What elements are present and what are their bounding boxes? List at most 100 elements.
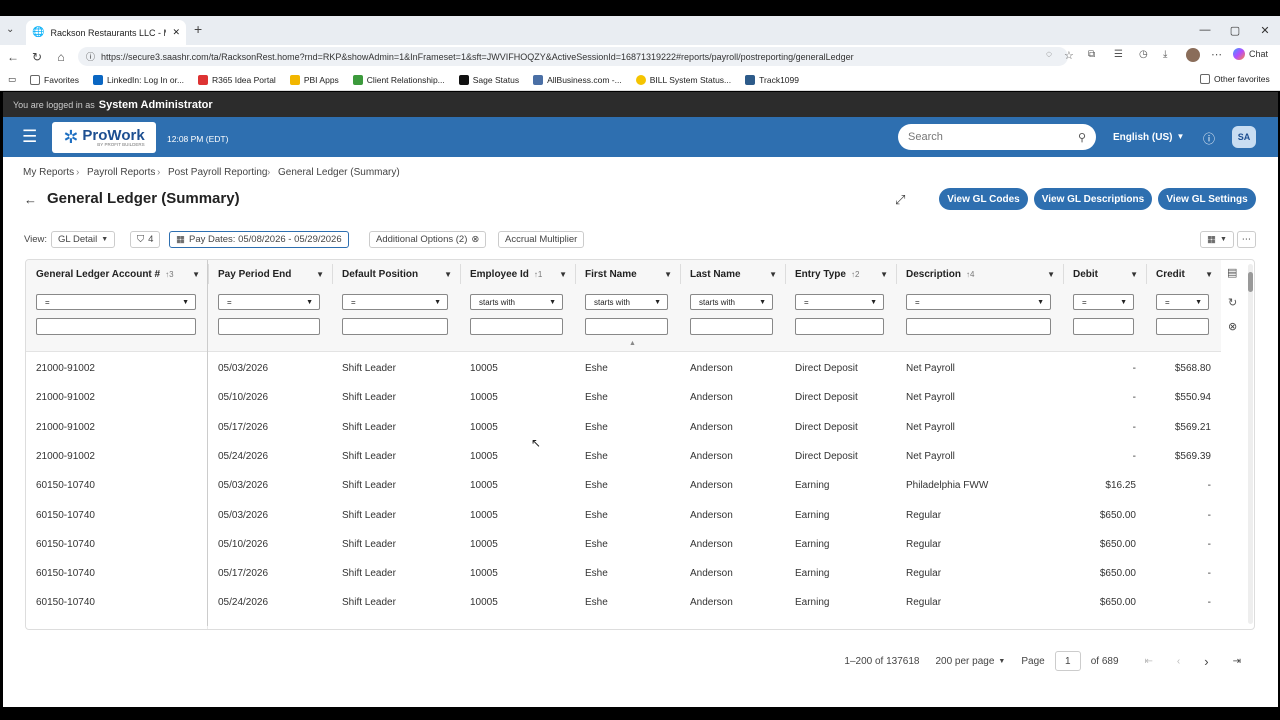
- new-tab-icon[interactable]: +: [194, 21, 202, 37]
- favorites-icon[interactable]: ☰: [1114, 49, 1123, 60]
- search-input[interactable]: Search ⚲: [898, 124, 1096, 150]
- breadcrumb-payroll-reports[interactable]: Payroll Reports: [87, 167, 155, 179]
- column-filter-operator[interactable]: = ▼: [36, 294, 196, 310]
- help-icon[interactable]: ⓘ: [1203, 130, 1215, 147]
- pay-dates-chip[interactable]: ▦ Pay Dates: 05/08/2026 - 05/29/2026: [169, 231, 349, 248]
- language-selector[interactable]: English (US) ▼: [1113, 132, 1184, 143]
- maximize-icon[interactable]: ▢: [1220, 20, 1250, 40]
- bookmark-client-relationship[interactable]: Client Relationship...: [352, 74, 445, 85]
- breadcrumb-my-reports[interactable]: My Reports: [23, 167, 74, 179]
- clear-filters-icon[interactable]: ⊗: [1228, 320, 1237, 333]
- column-menu-icon[interactable]: ▼: [880, 270, 888, 279]
- bookmark-r365[interactable]: R365 Idea Portal: [198, 74, 276, 85]
- column-header[interactable]: Description ↑4 ▼: [906, 260, 1063, 288]
- column-header[interactable]: Debit ▼: [1073, 260, 1146, 288]
- column-menu-icon[interactable]: ▼: [664, 270, 672, 279]
- bookmark-bill[interactable]: BILL System Status...: [635, 74, 731, 85]
- favorite-star-icon[interactable]: ☆: [1064, 49, 1074, 62]
- column-filter-input[interactable]: [218, 318, 320, 335]
- column-filter-operator[interactable]: = ▼: [906, 294, 1051, 310]
- refresh-icon[interactable]: ↻: [1228, 296, 1237, 309]
- bookmark-track1099[interactable]: Track1099: [745, 74, 799, 85]
- accrual-multiplier-chip[interactable]: Accrual Multiplier: [498, 231, 585, 248]
- column-header[interactable]: General Ledger Account # ↑3 ▼: [36, 260, 208, 288]
- column-menu-icon[interactable]: ▼: [559, 270, 567, 279]
- expand-icon[interactable]: ⤢: [895, 192, 905, 208]
- filter-button[interactable]: ⛉ 4: [130, 231, 161, 248]
- column-filter-input[interactable]: [906, 318, 1051, 335]
- hamburger-menu-icon[interactable]: ☰: [22, 127, 37, 147]
- column-filter-input[interactable]: [1073, 318, 1134, 335]
- table-row[interactable]: 21000-91002 05/24/2026 Shift Leader 10005 Es…: [26, 442, 1221, 471]
- back-arrow-icon[interactable]: ←: [24, 192, 37, 207]
- bookmark-manager-icon[interactable]: ▭: [8, 74, 16, 85]
- download-icon[interactable]: ⤓: [1163, 49, 1167, 60]
- avatar[interactable]: SA: [1232, 126, 1256, 148]
- column-header[interactable]: Credit ▼: [1156, 260, 1221, 288]
- column-filter-operator[interactable]: starts with ▼: [690, 294, 773, 310]
- column-filter-operator[interactable]: starts with ▼: [470, 294, 563, 310]
- page-number-input[interactable]: 1: [1054, 651, 1081, 671]
- column-header[interactable]: Employee Id ↑1 ▼: [470, 260, 575, 288]
- site-info-icon[interactable]: ⓘ: [86, 50, 95, 63]
- column-menu-icon[interactable]: ▼: [444, 270, 452, 279]
- column-header[interactable]: Last Name ▼: [690, 260, 785, 288]
- table-row[interactable]: 21000-91002 05/17/2026 Shift Leader 10005 Es…: [26, 413, 1221, 442]
- column-menu-icon[interactable]: ▼: [1130, 270, 1138, 279]
- column-filter-input[interactable]: [342, 318, 448, 335]
- back-icon[interactable]: ←: [4, 48, 22, 66]
- view-gl-descriptions-button[interactable]: View GL Descriptions: [1034, 188, 1152, 210]
- table-row[interactable]: 60150-10740 05/24/2026 Shift Leader 10005 Es…: [26, 588, 1221, 617]
- column-menu-icon[interactable]: ▼: [1047, 270, 1055, 279]
- bookmark-sage[interactable]: Sage Status: [458, 74, 519, 85]
- column-filter-input[interactable]: [1156, 318, 1209, 335]
- table-row[interactable]: 60150-10740 05/03/2026 Shift Leader 10005 Es…: [26, 501, 1221, 530]
- bookmark-favorites[interactable]: Favorites: [30, 74, 79, 85]
- column-filter-operator[interactable]: = ▼: [1156, 294, 1209, 310]
- column-menu-icon[interactable]: ▼: [316, 270, 324, 279]
- column-header[interactable]: First Name ▼: [585, 260, 680, 288]
- column-filter-input[interactable]: [795, 318, 884, 335]
- next-page-icon[interactable]: ›: [1204, 654, 1208, 669]
- last-page-icon[interactable]: ⇥: [1233, 656, 1241, 667]
- vertical-scrollbar-thumb[interactable]: [1248, 272, 1253, 292]
- column-menu-icon[interactable]: ▼: [769, 270, 777, 279]
- bookmark-linkedin[interactable]: LinkedIn: Log In or...: [93, 74, 184, 85]
- column-filter-operator[interactable]: = ▼: [795, 294, 884, 310]
- column-menu-icon[interactable]: ▼: [1205, 270, 1213, 279]
- view-select[interactable]: GL Detail ▼: [51, 231, 116, 248]
- close-tab-icon[interactable]: ✕: [172, 27, 180, 38]
- column-filter-input[interactable]: [585, 318, 668, 335]
- first-page-icon[interactable]: ⇤: [1145, 656, 1153, 667]
- view-gl-settings-button[interactable]: View GL Settings: [1158, 188, 1256, 210]
- minimize-icon[interactable]: —: [1190, 20, 1220, 40]
- more-icon[interactable]: ⋯: [1211, 48, 1222, 61]
- prev-page-icon[interactable]: ‹: [1177, 656, 1180, 667]
- column-chooser-icon[interactable]: ▤: [1227, 266, 1237, 279]
- history-icon[interactable]: ◷: [1139, 49, 1148, 60]
- close-window-icon[interactable]: ✕: [1250, 20, 1280, 40]
- table-row[interactable]: 60150-10740 05/10/2026 Shift Leader 10005 Es…: [26, 530, 1221, 559]
- column-filter-operator[interactable]: starts with ▼: [585, 294, 668, 310]
- profile-icon[interactable]: [1186, 48, 1200, 62]
- table-row[interactable]: 21000-91002 05/10/2026 Shift Leader 10005 Es…: [26, 383, 1221, 412]
- url-bar[interactable]: ⓘ https://secure3.saashr.com/ta/RacksonR…: [78, 47, 1068, 66]
- table-row[interactable]: 60150-10740 05/03/2026 Shift Leader 10005 Es…: [26, 471, 1221, 500]
- more-options-icon[interactable]: ⋯: [1237, 231, 1256, 248]
- home-icon[interactable]: ⌂: [52, 48, 70, 66]
- column-filter-input[interactable]: [36, 318, 196, 335]
- column-menu-icon[interactable]: ▼: [192, 270, 200, 279]
- other-favorites[interactable]: Other favorites: [1200, 74, 1270, 84]
- view-gl-codes-button[interactable]: View GL Codes: [939, 188, 1028, 210]
- browser-tab[interactable]: 🌐 Rackson Restaurants LLC - My Rep ✕: [26, 20, 186, 45]
- clear-icon[interactable]: ⊗: [471, 234, 479, 245]
- per-page-select[interactable]: 200 per page ▼: [929, 651, 1012, 671]
- column-filter-operator[interactable]: = ▼: [218, 294, 320, 310]
- collapse-filters-icon[interactable]: ▲: [629, 340, 636, 347]
- bookmark-pbi[interactable]: PBI Apps: [289, 74, 339, 85]
- column-filter-input[interactable]: [470, 318, 563, 335]
- bookmark-allbusiness[interactable]: AllBusiness.com -...: [533, 74, 622, 85]
- column-header[interactable]: Entry Type ↑2 ▼: [795, 260, 896, 288]
- column-header[interactable]: Default Position ▼: [342, 260, 460, 288]
- column-filter-input[interactable]: [690, 318, 773, 335]
